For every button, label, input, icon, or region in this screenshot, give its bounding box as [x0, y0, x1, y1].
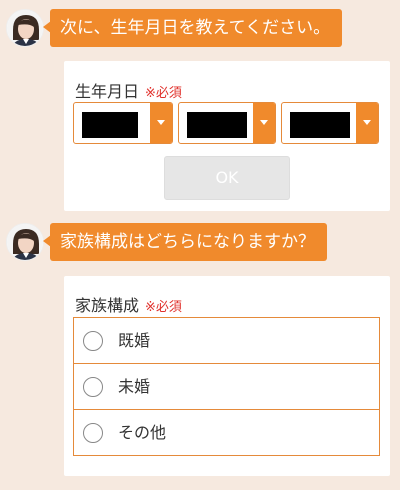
family-radio-group: 既婚 未婚 その他 — [73, 317, 380, 456]
birthdate-field-label: 生年月日 ※必須 — [75, 78, 182, 102]
birth-year-value — [82, 112, 138, 138]
birth-month-select[interactable] — [178, 102, 276, 144]
birth-day-value — [290, 112, 350, 138]
radio-option-label: 既婚 — [118, 331, 151, 350]
birth-year-select[interactable] — [73, 102, 173, 144]
radio-button-icon[interactable] — [83, 377, 103, 397]
family-label-text: 家族構成 — [75, 296, 140, 315]
operator-avatar — [6, 223, 44, 261]
chevron-down-icon — [356, 103, 378, 143]
radio-option-unmarried[interactable]: 未婚 — [74, 364, 379, 410]
ok-button[interactable]: OK — [164, 156, 290, 200]
birthdate-label-text: 生年月日 — [75, 82, 140, 101]
radio-button-icon[interactable] — [83, 423, 103, 443]
operator-avatar-icon — [7, 10, 43, 46]
required-badge: ※必須 — [145, 86, 182, 101]
family-field-label: 家族構成 ※必須 — [75, 292, 182, 316]
chevron-down-icon — [253, 103, 275, 143]
radio-option-married[interactable]: 既婚 — [74, 318, 379, 364]
operator-avatar — [6, 9, 44, 47]
chat-bubble-text: 家族構成はどちらになりますか？ — [60, 232, 315, 252]
birth-day-select[interactable] — [281, 102, 379, 144]
radio-option-label: 未婚 — [118, 377, 151, 396]
operator-avatar-icon — [7, 224, 43, 260]
birth-month-value — [187, 112, 247, 138]
required-badge: ※必須 — [145, 300, 182, 315]
radio-option-label: その他 — [118, 423, 167, 442]
chevron-down-icon — [150, 103, 172, 143]
chat-bubble-text: 次に、生年月日を教えてください。 — [60, 18, 331, 38]
chat-bubble-birthdate-question: 次に、生年月日を教えてください。 — [42, 9, 343, 47]
radio-option-other[interactable]: その他 — [74, 410, 379, 456]
radio-button-icon[interactable] — [83, 331, 103, 351]
chat-bubble-family-question: 家族構成はどちらになりますか？ — [43, 223, 327, 261]
